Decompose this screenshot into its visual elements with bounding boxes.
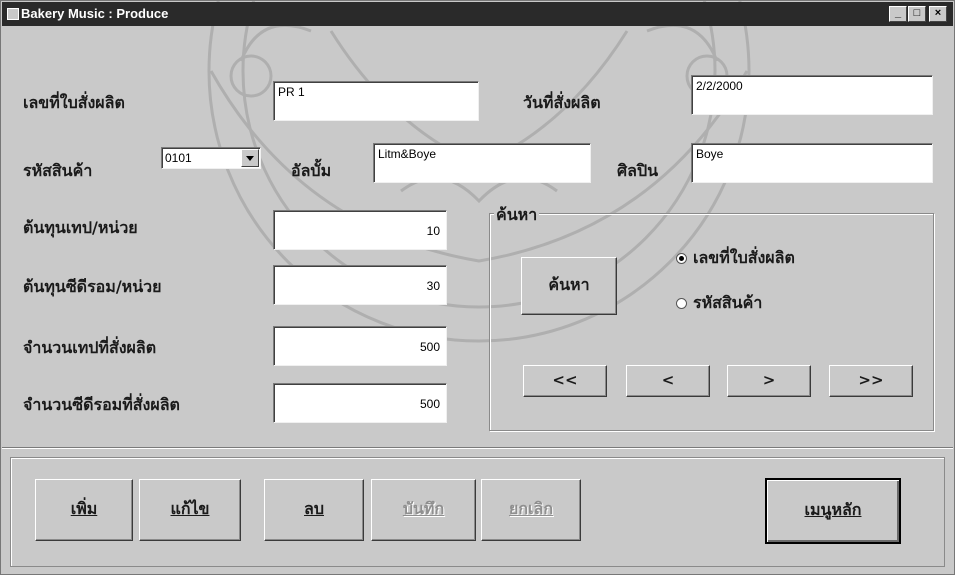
- artist-label: ศิลปิน: [617, 161, 659, 180]
- tape-cost-field[interactable]: 10: [273, 210, 447, 250]
- edit-button-label: แก้ไข: [170, 499, 210, 518]
- tape-qty-label: จำนวนเทปที่สั่งผลิต: [23, 338, 157, 357]
- close-button[interactable]: ×: [929, 6, 947, 22]
- tape-qty-field[interactable]: 500: [273, 326, 447, 366]
- save-button[interactable]: บันทึก: [371, 479, 476, 541]
- order-date-label: วันที่สั่งผลิต: [523, 93, 601, 112]
- edit-button[interactable]: แก้ไข: [139, 479, 241, 541]
- search-group-label: ค้นหา: [494, 203, 540, 228]
- cd-cost-field[interactable]: 30: [273, 265, 447, 305]
- main-menu-button-label: เมนูหลัก: [804, 500, 862, 519]
- first-record-button[interactable]: <<: [523, 365, 607, 397]
- product-code-label: รหัสสินค้า: [23, 161, 93, 180]
- order-no-field[interactable]: PR 1: [273, 81, 479, 121]
- cd-cost-label: ต้นทุนซีดีรอม/หน่วย: [23, 277, 162, 296]
- delete-button[interactable]: ลบ: [264, 479, 364, 541]
- cancel-button-label: ยกเลิก: [508, 499, 554, 518]
- cd-qty-label: จำนวนซีดีรอมที่สั่งผลิต: [23, 395, 180, 414]
- next-record-button[interactable]: >: [727, 365, 811, 397]
- album-label: อัลบั้ม: [291, 161, 332, 180]
- add-button-label: เพิ่ม: [70, 499, 98, 518]
- previous-record-button[interactable]: <: [626, 365, 710, 397]
- search-button[interactable]: ค้นหา: [521, 257, 617, 315]
- application-window: Bakery Music : Produce _ □ × เลขที่ใบสั่…: [0, 0, 955, 575]
- divider: [2, 447, 953, 449]
- save-button-label: บันทึก: [402, 499, 445, 518]
- app-icon: [7, 8, 19, 20]
- product-code-value: 0101: [165, 151, 192, 165]
- maximize-button[interactable]: □: [908, 6, 926, 22]
- radio-search-by-product-code[interactable]: [676, 298, 687, 309]
- album-field[interactable]: Litm&Boye: [373, 143, 591, 183]
- last-record-button[interactable]: >>: [829, 365, 913, 397]
- window-title: Bakery Music : Produce: [21, 6, 169, 21]
- cancel-button[interactable]: ยกเลิก: [481, 479, 581, 541]
- title-bar: Bakery Music : Produce _ □ ×: [2, 2, 953, 26]
- main-menu-button[interactable]: เมนูหลัก: [765, 478, 901, 544]
- artist-field[interactable]: Boye: [691, 143, 933, 183]
- add-button[interactable]: เพิ่ม: [35, 479, 133, 541]
- order-date-field[interactable]: 2/2/2000: [691, 75, 933, 115]
- minimize-button[interactable]: _: [889, 6, 907, 22]
- search-by-order-no-label[interactable]: เลขที่ใบสั่งผลิต: [693, 246, 795, 271]
- tape-cost-label: ต้นทุนเทป/หน่วย: [23, 218, 138, 237]
- delete-button-label: ลบ: [304, 499, 324, 518]
- search-by-product-code-label[interactable]: รหัสสินค้า: [693, 291, 762, 316]
- chevron-down-icon[interactable]: [241, 149, 259, 167]
- radio-search-by-order-no[interactable]: [676, 253, 687, 264]
- order-no-label: เลขที่ใบสั่งผลิต: [23, 93, 125, 112]
- product-code-dropdown[interactable]: 0101: [161, 147, 261, 169]
- cd-qty-field[interactable]: 500: [273, 383, 447, 423]
